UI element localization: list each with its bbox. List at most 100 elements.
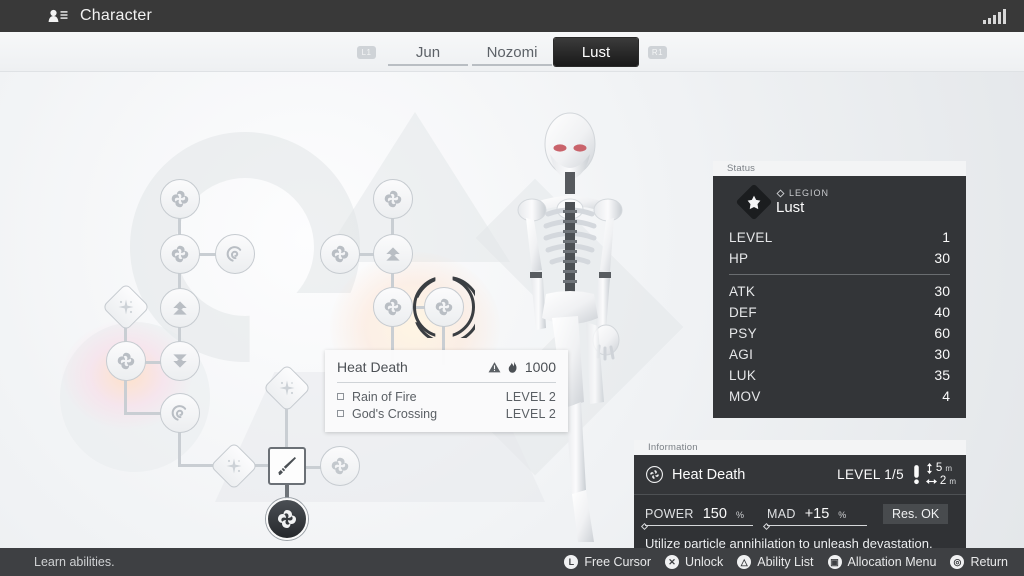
meter-unit: % bbox=[736, 510, 744, 520]
tab-jun[interactable]: Jun bbox=[386, 39, 470, 65]
tooltip-divider bbox=[337, 382, 556, 383]
flame-icon bbox=[507, 360, 519, 374]
tab-list: L1 Jun Nozomi Lust R1 bbox=[347, 32, 677, 72]
ability-description: Utilize particle annihilation to unleash… bbox=[645, 535, 955, 548]
l1-shoulder-icon[interactable]: L1 bbox=[357, 46, 376, 59]
meter-dot bbox=[641, 522, 648, 529]
skill-node-sparkle[interactable] bbox=[102, 283, 150, 331]
action-unlock[interactable]: ✕ Unlock bbox=[665, 555, 723, 569]
square-button-icon: ▣ bbox=[828, 555, 842, 569]
tooltip-cost: 1000 bbox=[488, 359, 556, 375]
stat-row-def: DEF 40 bbox=[727, 301, 952, 322]
stat-row-mov: MOV 4 bbox=[727, 385, 952, 406]
skill-node-swirl[interactable] bbox=[373, 179, 413, 219]
horizontal-arrow-icon bbox=[926, 478, 937, 485]
range-box: 5 m 2 m bbox=[912, 462, 956, 487]
range-horizontal: 2 m bbox=[926, 475, 956, 487]
skill-node-swirl[interactable] bbox=[160, 179, 200, 219]
skill-node-swirl[interactable] bbox=[320, 234, 360, 274]
action-allocation-menu[interactable]: ▣ Allocation Menu bbox=[828, 555, 937, 569]
meter-key: MAD bbox=[767, 507, 796, 521]
warning-icon bbox=[488, 361, 501, 374]
checkbox-icon bbox=[337, 393, 344, 400]
action-return[interactable]: ◎ Return bbox=[950, 555, 1008, 569]
range-vertical-unit: m bbox=[945, 464, 952, 473]
tree-edge bbox=[178, 199, 181, 363]
tooltip-header: Heat Death 1000 bbox=[337, 359, 556, 382]
tooltip-title: Heat Death bbox=[337, 359, 408, 375]
tab-jun-label: Jun bbox=[416, 44, 440, 61]
stat-row-level: LEVEL 1 bbox=[727, 226, 952, 247]
stat-row-hp: HP 30 bbox=[727, 247, 952, 268]
stat-key: DEF bbox=[729, 305, 757, 320]
ability-level: LEVEL 1/5 bbox=[837, 467, 904, 482]
signal-strength-icon bbox=[983, 9, 1006, 24]
tab-underline bbox=[388, 64, 468, 66]
tooltip-cost-value: 1000 bbox=[525, 359, 556, 375]
requirement-name: Rain of Fire bbox=[352, 390, 417, 404]
meters-row: POWER 150 % MAD +15 % bbox=[645, 504, 955, 526]
requirement-name: God's Crossing bbox=[352, 407, 437, 421]
cross-button-icon: ✕ bbox=[665, 555, 679, 569]
action-free-cursor[interactable]: L Free Cursor bbox=[564, 555, 651, 569]
skill-requirements-tooltip: Heat Death 1000 Rain of Fire LEVEL 2 G bbox=[325, 350, 568, 432]
lust-emblem-icon bbox=[736, 184, 773, 221]
action-label: Allocation Menu bbox=[848, 555, 937, 569]
legion-character-name: Lust bbox=[776, 199, 829, 216]
tab-lust-label: Lust bbox=[582, 44, 610, 61]
skill-node-swirl[interactable] bbox=[106, 341, 146, 381]
meter-value: 150 bbox=[703, 506, 727, 522]
stat-key: MOV bbox=[729, 389, 761, 404]
meter-bar bbox=[645, 525, 753, 526]
skill-node-swirl[interactable] bbox=[320, 446, 360, 486]
resistance-badge: Res. OK bbox=[883, 504, 948, 524]
action-label: Free Cursor bbox=[584, 555, 651, 569]
meter-key: POWER bbox=[645, 507, 694, 521]
swirl-icon bbox=[645, 465, 664, 484]
skill-node-sparkle[interactable] bbox=[210, 442, 258, 490]
action-label: Return bbox=[970, 555, 1008, 569]
skill-node-sword[interactable] bbox=[268, 447, 306, 485]
skill-tree bbox=[0, 72, 700, 548]
stat-key: LEVEL bbox=[729, 230, 773, 245]
skill-node-swirl[interactable] bbox=[160, 234, 200, 274]
skill-node-sparkle[interactable] bbox=[263, 364, 311, 412]
skill-node-swirl[interactable] bbox=[373, 287, 413, 327]
stat-value: 4 bbox=[942, 388, 950, 404]
r1-shoulder-icon[interactable]: R1 bbox=[648, 46, 667, 59]
tab-nozomi[interactable]: Nozomi bbox=[470, 39, 554, 65]
action-label: Ability List bbox=[757, 555, 813, 569]
skill-node-spiral[interactable] bbox=[160, 393, 200, 433]
requirement-level: LEVEL 2 bbox=[506, 390, 556, 404]
tab-lust[interactable]: Lust bbox=[554, 38, 638, 66]
information-header: Heat Death LEVEL 1/5 5 m bbox=[634, 455, 966, 495]
l-button-icon: L bbox=[564, 555, 578, 569]
stat-value: 35 bbox=[934, 367, 950, 383]
footer-bar: Learn abilities. L Free Cursor ✕ Unlock … bbox=[0, 548, 1024, 576]
stat-value: 30 bbox=[934, 346, 950, 362]
stat-key: HP bbox=[729, 251, 748, 266]
stat-key: ATK bbox=[729, 284, 755, 299]
circle-button-icon: ◎ bbox=[950, 555, 964, 569]
checkbox-icon bbox=[337, 410, 344, 417]
stat-value: 1 bbox=[942, 229, 950, 245]
skill-node-spiral[interactable] bbox=[215, 234, 255, 274]
footer-actions: L Free Cursor ✕ Unlock △ Ability List ▣ … bbox=[564, 555, 1008, 569]
action-label: Unlock bbox=[685, 555, 723, 569]
character-tab-bar: L1 Jun Nozomi Lust R1 BUDDY bbox=[0, 32, 1024, 72]
status-panel-body: LEGION Lust LEVEL 1 HP 30 ATK 30 bbox=[713, 176, 966, 418]
skill-node-up-arrow[interactable] bbox=[160, 288, 200, 328]
skill-node-selected[interactable] bbox=[266, 498, 308, 540]
stat-value: 30 bbox=[934, 283, 950, 299]
skill-node-up-arrow[interactable] bbox=[373, 234, 413, 274]
tab-underline bbox=[472, 64, 552, 66]
stat-key: AGI bbox=[729, 347, 753, 362]
top-bar: Character bbox=[0, 0, 1024, 32]
stat-row-agi: AGI 30 bbox=[727, 343, 952, 364]
character-list-icon bbox=[48, 9, 68, 23]
skill-node-down-arrow[interactable] bbox=[160, 341, 200, 381]
action-ability-list[interactable]: △ Ability List bbox=[737, 555, 813, 569]
range-vertical: 5 m bbox=[926, 462, 956, 474]
skill-tree-stage: Heat Death 1000 Rain of Fire LEVEL 2 G bbox=[0, 72, 1024, 548]
stat-value: 40 bbox=[934, 304, 950, 320]
